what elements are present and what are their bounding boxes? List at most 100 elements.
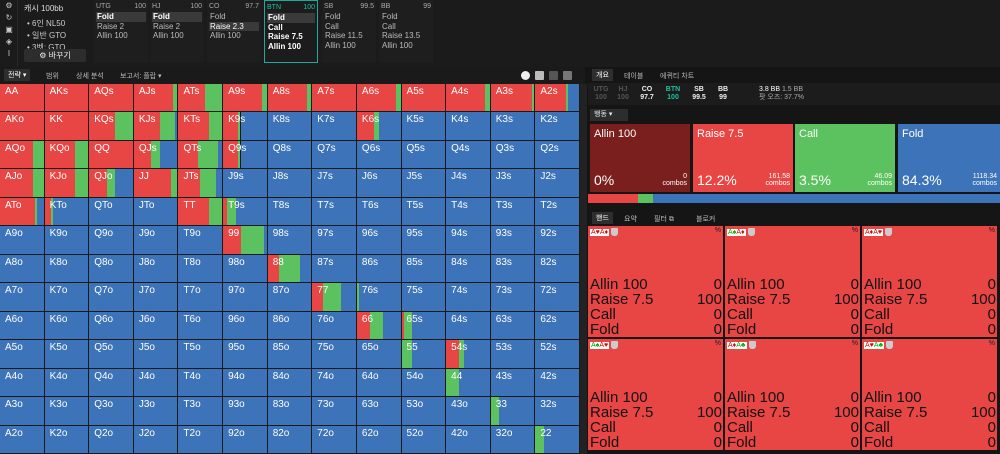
hand-cell[interactable]: AJo xyxy=(0,169,45,198)
hand-cell[interactable]: 75s xyxy=(401,283,447,312)
position-action[interactable]: Raise 7.5 xyxy=(267,32,315,42)
position-action[interactable]: Fold xyxy=(152,12,202,22)
hand-cell[interactable]: 85o xyxy=(267,340,313,369)
hand-cell[interactable]: Q3s xyxy=(490,140,536,170)
hand-cell[interactable]: 72s xyxy=(535,283,580,312)
hand-cell[interactable]: JJ xyxy=(133,169,179,198)
hand-cell[interactable]: T9o xyxy=(178,226,224,255)
position-bb[interactable]: BB 99 Fold Call Raise 13.5 Allin 100 xyxy=(379,0,433,63)
hand-cell[interactable]: A5o xyxy=(0,340,45,369)
action-dropdown[interactable]: 행동 ▾ xyxy=(590,109,628,121)
hand-cell[interactable]: K8o xyxy=(44,254,90,284)
hand-cell[interactable]: 63s xyxy=(490,311,536,341)
hand-cell[interactable]: 82o xyxy=(267,425,313,454)
position-btn[interactable]: BTN 100 Fold Call Raise 7.5 Allin 100 xyxy=(264,0,318,63)
hand-cell[interactable]: 65s xyxy=(401,311,447,341)
hand-cell[interactable]: KJs xyxy=(133,112,179,141)
hand-cell[interactable]: AKo xyxy=(0,112,45,141)
hand-cell[interactable]: J6s xyxy=(356,169,402,198)
hand-cell[interactable]: 94s xyxy=(446,226,491,255)
hand-cell[interactable]: 83s xyxy=(490,254,536,284)
hand-cell[interactable]: AA xyxy=(0,84,45,113)
refresh-icon[interactable]: ↻ xyxy=(0,12,18,24)
hand-cell[interactable]: J2o xyxy=(133,425,179,454)
hand-cell[interactable]: A9s xyxy=(223,84,268,113)
hand-cell[interactable]: 66 xyxy=(356,311,402,341)
hand-combo-card[interactable]: A♦A♣% Allin 100 0 Raise 7.5 100 Call 0 Fold 0 xyxy=(725,339,861,451)
hand-cell[interactable]: 53s xyxy=(490,340,536,369)
hand-cell[interactable]: Q9o xyxy=(89,226,134,255)
position-action[interactable]: Fold xyxy=(209,12,259,22)
hand-cell[interactable]: A2s xyxy=(535,84,580,113)
hand-cell[interactable]: T4o xyxy=(178,368,224,398)
hand-cell[interactable]: AQs xyxy=(89,84,134,113)
hand-cell[interactable]: 86o xyxy=(267,311,313,341)
hand-cell[interactable]: 65o xyxy=(356,340,402,369)
hand-cell[interactable]: 53o xyxy=(401,397,447,426)
hand-cell[interactable]: 86s xyxy=(356,254,402,284)
summary-position-btn[interactable]: BTN 100 xyxy=(662,86,684,102)
hand-cell[interactable]: 33 xyxy=(490,397,536,426)
hand-cell[interactable]: J6o xyxy=(133,311,179,341)
hand-combo-card[interactable]: A♠A♥% Allin 100 0 Raise 7.5 100 Call 0 Fold 0 xyxy=(588,339,724,451)
action-box-call[interactable]: Call 3.5% 46.09 combos xyxy=(795,124,895,192)
hand-cell[interactable]: 75o xyxy=(312,340,357,369)
hand-cell[interactable]: Q8s xyxy=(267,140,313,170)
action-box-raise-7-5[interactable]: Raise 7.5 12.2% 161.58 combos xyxy=(693,124,793,192)
summary-position-utg[interactable]: UTG 100 xyxy=(590,86,612,102)
hand-cell[interactable]: ATo xyxy=(0,197,45,227)
hand-cell[interactable]: 93s xyxy=(490,226,536,255)
hand-cell[interactable]: K3o xyxy=(44,397,90,426)
hand-cell[interactable]: 74s xyxy=(446,283,491,312)
hand-cell[interactable]: 83o xyxy=(267,397,313,426)
hand-cell[interactable]: K9o xyxy=(44,226,90,255)
position-utg[interactable]: UTG 100 Fold Raise 2 Allin 100 xyxy=(94,0,148,63)
hand-cell[interactable]: Q5o xyxy=(89,340,134,369)
hand-cell[interactable]: 82s xyxy=(535,254,580,284)
position-action[interactable]: Raise 11.5 xyxy=(324,31,374,41)
hand-combo-card[interactable]: A♠A♦% Allin 100 0 Raise 7.5 100 Call 0 Fold 0 xyxy=(725,226,861,338)
hand-cell[interactable]: 52s xyxy=(535,340,580,369)
hand-cell[interactable]: K4o xyxy=(44,368,90,398)
hand-cell[interactable]: J4o xyxy=(133,368,179,398)
hand-cell[interactable]: 63o xyxy=(356,397,402,426)
half-view-icon[interactable] xyxy=(535,71,544,80)
hand-cell[interactable]: T6o xyxy=(178,311,224,341)
hand-cell[interactable]: AQo xyxy=(0,140,45,170)
hand-cell[interactable]: AKs xyxy=(44,84,90,113)
hand-cell[interactable]: J8s xyxy=(267,169,313,198)
position-action[interactable]: Call xyxy=(267,23,315,33)
tab-equity-chart[interactable]: 에퀴티 차트 xyxy=(660,71,694,81)
hand-cell[interactable]: Q6o xyxy=(89,311,134,341)
position-action[interactable]: Allin 100 xyxy=(152,31,202,41)
hand-cell[interactable]: Q7s xyxy=(312,140,357,170)
hand-cell[interactable]: 64s xyxy=(446,311,491,341)
hand-cell[interactable]: A3s xyxy=(490,84,536,113)
hand-cell[interactable]: 95o xyxy=(223,340,268,369)
hand-combo-card[interactable]: A♦A♥% Allin 100 0 Raise 7.5 100 Call 0 Fold 0 xyxy=(862,226,998,338)
hand-cell[interactable]: 74o xyxy=(312,368,357,398)
summary-position-co[interactable]: CO 97.7 xyxy=(636,86,658,102)
tab-detailed-analysis[interactable]: 상세 분석 xyxy=(76,71,104,81)
tab-filter[interactable]: 필터 ⧉ xyxy=(654,214,674,224)
hand-cell[interactable]: 84o xyxy=(267,368,313,398)
hand-cell[interactable]: 96s xyxy=(356,226,402,255)
hand-cell[interactable]: A6o xyxy=(0,311,45,341)
hand-cell[interactable]: Q2o xyxy=(89,425,134,454)
hand-cell[interactable]: 64o xyxy=(356,368,402,398)
hand-cell[interactable]: JTs xyxy=(178,169,224,198)
position-action[interactable]: Raise 2 xyxy=(96,22,146,32)
hand-cell[interactable]: J3s xyxy=(490,169,536,198)
hand-cell[interactable]: QTo xyxy=(89,197,134,227)
hand-cell[interactable]: T8o xyxy=(178,254,224,284)
hand-cell[interactable]: K2o xyxy=(44,425,90,454)
position-action[interactable]: Fold xyxy=(381,12,431,22)
position-action[interactable]: Allin 100 xyxy=(381,41,431,51)
hand-cell[interactable]: J5s xyxy=(401,169,447,198)
hand-cell[interactable]: K8s xyxy=(267,112,313,141)
hand-cell[interactable]: Q7o xyxy=(89,283,134,312)
hand-cell[interactable]: KTo xyxy=(44,197,90,227)
hand-cell[interactable]: 92o xyxy=(223,425,268,454)
hand-cell[interactable]: 22 xyxy=(535,425,580,454)
hand-cell[interactable]: 98s xyxy=(267,226,313,255)
